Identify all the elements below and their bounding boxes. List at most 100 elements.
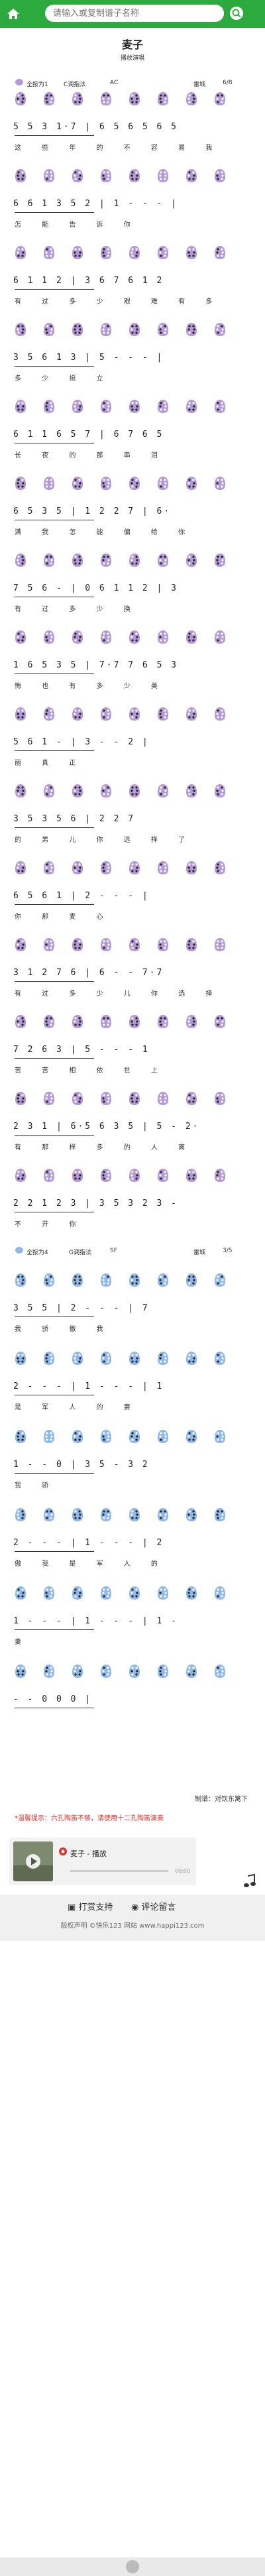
fingering-icon [15, 1246, 24, 1256]
jianpu-notes: 2 2 1 2 3 | 3 5 3 2 3 - [13, 1199, 179, 1208]
ocarina-fingering-icon [72, 1352, 83, 1365]
lyric-line: 是 军 人 的 妻 [15, 1404, 140, 1411]
beam-line [15, 1058, 94, 1059]
singer-label: 雷城 [193, 1250, 206, 1256]
lyric-line: 长 夜 的 那 串 泪 [15, 452, 167, 459]
ocarina-fingering-icon [15, 1665, 26, 1678]
ocarina-fingering-icon [44, 861, 54, 874]
ocarina-fingering-icon [158, 1092, 168, 1105]
jianpu-notes: 5 5 3 1·7 | 6 5 6 5 6 5 [13, 122, 179, 132]
warm-tip: *温馨提示：六孔陶笛不够，请使用十二孔陶笛演奏 [15, 1815, 164, 1822]
ocarina-fingering-icon [101, 861, 111, 874]
performer: 播放演唱 [120, 55, 144, 62]
ocarina-fingering-icon [15, 1352, 26, 1365]
ocarina-fingering-icon [158, 1508, 168, 1521]
ocarina-fingering-icon [72, 938, 83, 951]
lyric-line: 有 过 多 少 儿 你 选 择 [15, 990, 222, 998]
ocarina-fingering-icon [129, 246, 140, 259]
ocarina-fingering-icon [101, 1273, 111, 1287]
support-link[interactable]: ▣ 打赏支持 [68, 1900, 113, 1912]
player-time: 00:00 [175, 1868, 191, 1874]
ocarina-fingering-icon [129, 477, 140, 490]
ocarina-fingering-icon [44, 169, 54, 182]
home-icon[interactable] [5, 6, 21, 22]
time-signature: 3/5 [223, 1248, 233, 1254]
ocarina-fingering-icon [129, 1169, 140, 1182]
jianpu-notes: 3 1 2 7 6 | 6 - - 7·7 [13, 968, 164, 978]
ocarina-fingering-icon [44, 1092, 54, 1105]
ocarina-fingering-icon [186, 707, 197, 721]
beam-line [15, 1551, 94, 1552]
audio-player: 麦子 - 播放 00:00 [9, 1838, 196, 1885]
ocarina-fingering-icon [101, 477, 111, 490]
ocarina-fingering-icon [158, 1273, 168, 1287]
search-icon[interactable] [229, 6, 244, 21]
ocarina-fingering-icon [186, 169, 197, 182]
lyric-line: 丽 真 正 [15, 760, 85, 767]
music-note-icon[interactable] [243, 1873, 256, 1889]
lyric-line: 有 过 多 少 换 [15, 606, 140, 613]
lyric-line: 满 我 怎 能 偏 给 你 [15, 529, 195, 536]
ocarina-fingering-icon [186, 477, 197, 490]
ocarina-fingering-icon [186, 1015, 197, 1028]
ocarina-fingering-icon [44, 784, 54, 797]
ocarina-fingering-icon [72, 784, 83, 797]
ocarina-fingering-icon [158, 630, 168, 644]
tuning-label: G调指法 [69, 1250, 91, 1256]
ocarina-fingering-icon [15, 246, 26, 259]
ocarina-fingering-icon [72, 1665, 83, 1678]
ocarina-fingering-icon [158, 1665, 168, 1678]
ocarina-fingering-icon [215, 1092, 225, 1105]
ocarina-fingering-icon [158, 1015, 168, 1028]
ocarina-fingering-icon [129, 1092, 140, 1105]
jianpu-notes: 1 - - 0 | 3 5 - 3 2 [13, 1460, 150, 1470]
lyric-line: 多 少 挺 立 [15, 375, 113, 382]
search-input[interactable] [45, 5, 224, 22]
song-title: 麦子 [121, 38, 143, 51]
ocarina-fingering-icon [44, 92, 54, 105]
ocarina-fingering-icon [72, 554, 83, 567]
ocarina-fingering-icon [101, 246, 111, 259]
lyric-line: 我 骄 [15, 1482, 58, 1490]
fingering-icon [15, 78, 24, 88]
scroll-top-icon[interactable] [126, 2560, 139, 2573]
ocarina-fingering-icon [215, 477, 225, 490]
beam-line [15, 289, 94, 290]
beam-line [15, 135, 94, 136]
ocarina-fingering-icon [15, 1273, 26, 1287]
ocarina-fingering-icon [44, 1508, 54, 1521]
ocarina-fingering-icon [158, 246, 168, 259]
top-bar [0, 0, 265, 28]
ocarina-fingering-icon [158, 1169, 168, 1182]
beam-line [15, 827, 94, 828]
ocarina-fingering-icon [158, 1586, 168, 1600]
ocarina-fingering-icon [72, 169, 83, 182]
ocarina-fingering-icon [215, 630, 225, 644]
ocarina-fingering-icon [44, 554, 54, 567]
ocarina-fingering-icon [101, 169, 111, 182]
ocarina-fingering-icon [15, 784, 26, 797]
progress-bar[interactable] [70, 1870, 168, 1872]
ocarina-fingering-icon [72, 861, 83, 874]
ocarina-fingering-icon [186, 861, 197, 874]
jianpu-notes: 3 5 3 5 6 | 2 2 7 [13, 814, 136, 824]
jianpu-notes: 3 5 5 | 2 - - - | 7 [13, 1303, 150, 1313]
ocarina-fingering-icon [72, 92, 83, 105]
beam-line [15, 1473, 94, 1474]
ocarina-fingering-icon [72, 477, 83, 490]
ocarina-fingering-icon [129, 1508, 140, 1521]
ocarina-fingering-icon [186, 784, 197, 797]
ocarina-fingering-icon [44, 400, 54, 413]
ocarina-fingering-icon [215, 707, 225, 721]
ocarina-fingering-icon [72, 1169, 83, 1182]
lyric-line: 有 过 多 少 艰 难 有 多 [15, 298, 222, 306]
ocarina-fingering-icon [186, 1092, 197, 1105]
ocarina-fingering-icon [101, 554, 111, 567]
ocarina-fingering-icon [186, 938, 197, 951]
jianpu-notes: 1 6 5 3 5 | 7·7 7 6 5 3 [13, 660, 179, 670]
ocarina-fingering-icon [158, 1430, 168, 1443]
lyric-line: 你 那 麦 心 [15, 913, 113, 921]
ocarina-fingering-icon [72, 400, 83, 413]
comment-link[interactable]: ◉ 评论留言 [131, 1900, 176, 1912]
ocarina-fingering-icon [15, 1586, 26, 1600]
